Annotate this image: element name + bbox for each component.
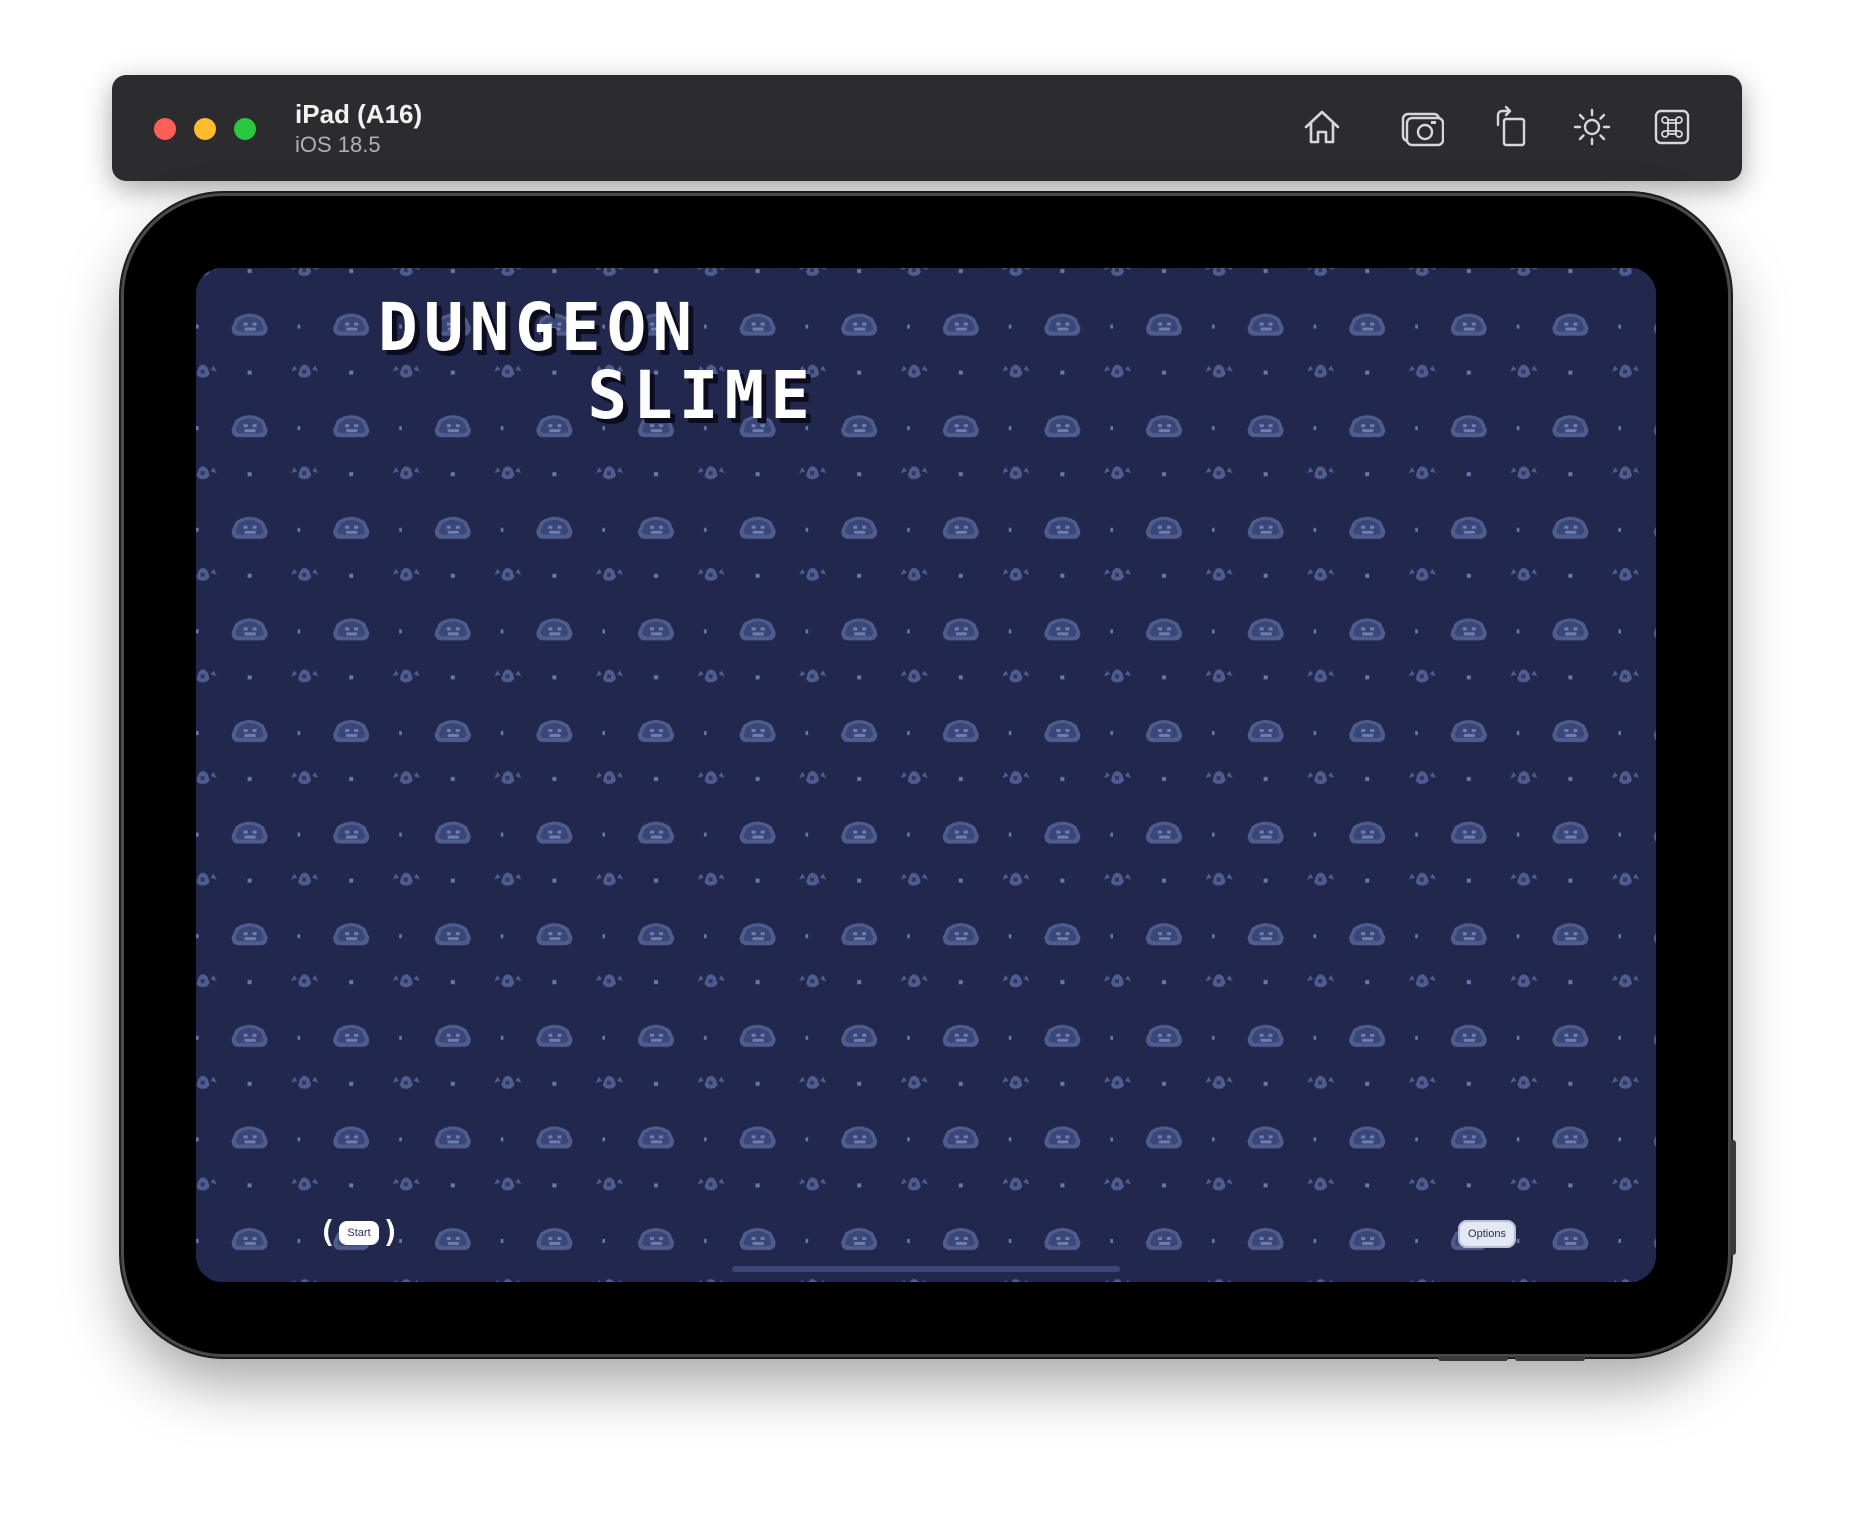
game-screen[interactable]: DUNGEON SLIME ( Start ) Options xyxy=(196,268,1656,1282)
start-button[interactable]: ( Start ) xyxy=(318,1215,400,1250)
device-name: iPad (A16) xyxy=(295,99,423,129)
start-bracket-right: ) xyxy=(381,1215,400,1250)
brightness-button[interactable] xyxy=(1568,103,1616,151)
window-close-button[interactable] xyxy=(154,118,176,140)
options-button[interactable]: Options xyxy=(1458,1220,1516,1248)
home-icon xyxy=(1304,110,1340,144)
game-title-line-2: SLIME xyxy=(587,357,816,434)
rotate-button[interactable] xyxy=(1488,103,1536,151)
screenshot-icon xyxy=(1401,112,1444,147)
simulator-window: iPad (A16) iOS 18.5 DUNGEON SLIME (Star… xyxy=(0,0,1852,1516)
game-title-logo: DUNGEON SLIME xyxy=(378,294,818,430)
os-version: iOS 18.5 xyxy=(295,132,381,157)
rotate-icon xyxy=(1496,105,1526,147)
game-title-line-1: DUNGEON xyxy=(378,289,699,366)
home-indicator[interactable] xyxy=(732,1266,1120,1272)
screenshot-button[interactable] xyxy=(1398,103,1446,151)
ipad-side-button xyxy=(1730,1140,1736,1255)
start-bracket-left: ( xyxy=(318,1215,337,1250)
brightness-icon xyxy=(1573,108,1611,146)
window-minimize-button[interactable] xyxy=(194,118,216,140)
simulator-title-bar: iPad (A16) iOS 18.5 xyxy=(112,75,1742,181)
ipad-volume-button xyxy=(1515,1356,1585,1361)
options-button-label: Options xyxy=(1468,1228,1506,1240)
ipad-volume-button xyxy=(1438,1356,1508,1361)
start-button-label: Start xyxy=(339,1221,379,1245)
command-icon xyxy=(1654,109,1690,145)
home-button[interactable] xyxy=(1298,103,1346,151)
command-button[interactable] xyxy=(1648,103,1696,151)
window-zoom-button[interactable] xyxy=(234,118,256,140)
